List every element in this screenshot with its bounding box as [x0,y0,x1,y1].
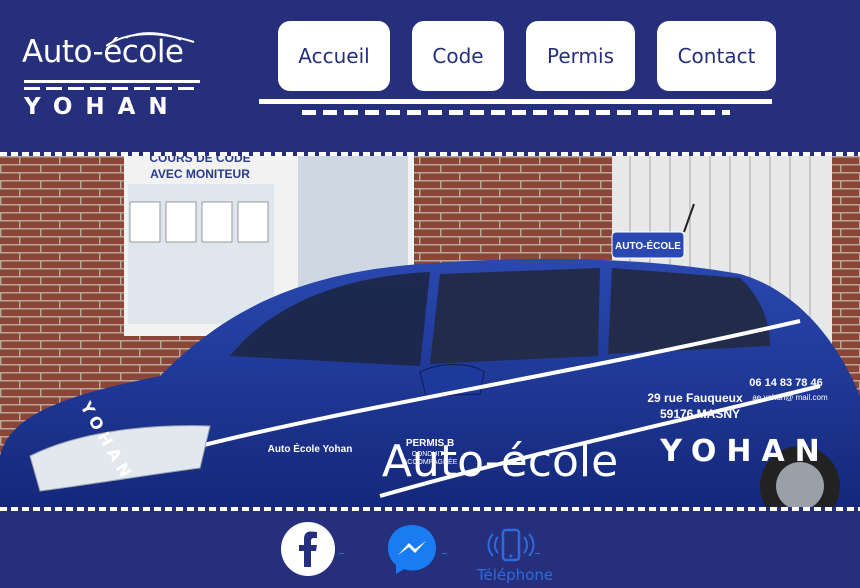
car-phone: 06 14 83 78 46 [749,377,822,389]
shop-sign-line2: AVEC MONITEUR [150,167,250,181]
hero-illustration: COURS DE CODE AVEC MONITEUR AUTO-ÉCOLE A… [0,156,860,507]
car-address-line1: 29 rue Fauqueux [647,391,743,405]
nav-underline-solid [259,99,772,104]
site-header: Auto-école YOHAN Accueil Code Permis Con… [0,0,860,152]
facebook-link[interactable] [280,521,336,577]
shop-sign-line1: COURS DE CODE [149,156,250,165]
telephone-label[interactable]: Téléphone [470,566,560,584]
car-facebook-text: Auto École Yohan [268,442,353,455]
site-footer: Téléphone [0,511,860,588]
telephone-separator [535,553,540,554]
car-permis-line1: PERMIS B [406,438,454,449]
messenger-link[interactable] [384,521,440,577]
car-permis-line3: ACCOMPAGNÉE [403,457,458,466]
brand-title: Auto-école [22,34,184,70]
phone-icon [487,528,535,562]
facebook-separator [339,553,344,554]
car-address-line2: 59176 MASNY [660,407,740,421]
facebook-icon [281,522,335,576]
nav-permis-button[interactable]: Permis [526,21,635,91]
telephone-link[interactable] [486,527,536,567]
logo-divider-solid [24,80,200,83]
nav-contact-button[interactable]: Contact [657,21,776,91]
logo-divider-dashed [24,87,200,90]
roof-sign-text: AUTO-ÉCOLE [615,239,681,252]
messenger-icon [388,525,436,574]
brand-subtitle: YOHAN [24,94,181,120]
car-permis-line2: CONDUITE [412,451,449,458]
car-email: ae.yohan@ mail.com [752,393,828,402]
hero-photo: COURS DE CODE AVEC MONITEUR AUTO-ÉCOLE A… [0,156,860,507]
brand-logo[interactable]: Auto-école YOHAN [22,28,204,124]
nav-code-button[interactable]: Code [412,21,504,91]
nav-underline-dashed [302,110,730,115]
nav-accueil-button[interactable]: Accueil [278,21,390,91]
messenger-separator [442,553,447,554]
car-side-subtitle: YOHAN [659,434,830,469]
